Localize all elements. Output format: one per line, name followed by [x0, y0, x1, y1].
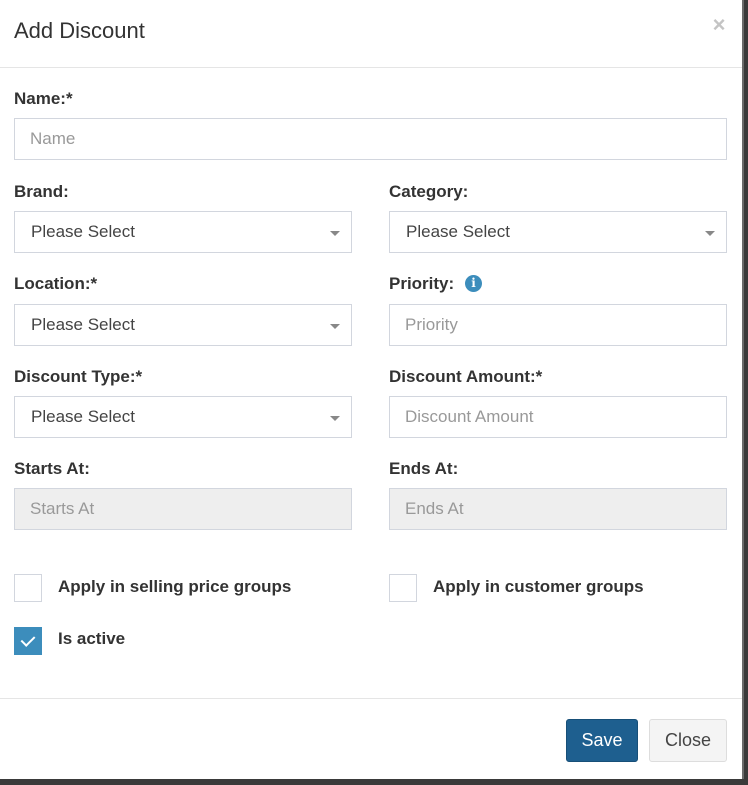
close-button[interactable]: Close	[649, 719, 727, 762]
name-input[interactable]	[14, 118, 727, 160]
caret-down-icon	[330, 324, 340, 329]
brand-select[interactable]: Please Select	[14, 211, 352, 253]
modal-footer: Save Close	[0, 698, 742, 780]
starts-at-label: Starts At:	[14, 459, 90, 478]
modal-title: Add Discount	[14, 18, 145, 43]
caret-down-icon	[330, 231, 340, 236]
category-label: Category:	[389, 182, 469, 201]
ends-at-label: Ends At:	[389, 459, 459, 478]
discount-amount-label: Discount Amount:*	[389, 367, 543, 386]
location-select[interactable]: Please Select	[14, 304, 352, 346]
add-discount-modal: Add Discount × Name:* Brand: Please Sele…	[0, 0, 742, 779]
is-active-checkbox[interactable]	[14, 627, 42, 655]
brand-label: Brand:	[14, 182, 69, 201]
is-active-label[interactable]: Is active	[58, 629, 125, 649]
save-button[interactable]: Save	[566, 719, 638, 762]
location-select-value: Please Select	[31, 315, 135, 334]
location-label: Location:*	[14, 274, 98, 293]
customer-groups-label[interactable]: Apply in customer groups	[433, 577, 644, 597]
window-edge-bottom	[0, 779, 748, 785]
info-icon[interactable]: i	[465, 275, 482, 292]
discount-type-select-value: Please Select	[31, 407, 135, 426]
discount-type-label: Discount Type:*	[14, 367, 143, 386]
discount-amount-input[interactable]	[389, 396, 727, 438]
discount-type-select[interactable]: Please Select	[14, 396, 352, 438]
window-edge-right	[742, 0, 748, 785]
category-select-value: Please Select	[406, 222, 510, 241]
selling-price-groups-label[interactable]: Apply in selling price groups	[58, 577, 291, 597]
caret-down-icon	[705, 231, 715, 236]
customer-groups-checkbox[interactable]	[389, 574, 417, 602]
priority-label: Priority:	[389, 274, 455, 293]
selling-price-groups-checkbox[interactable]	[14, 574, 42, 602]
category-select[interactable]: Please Select	[389, 211, 727, 253]
starts-at-input[interactable]	[14, 488, 352, 530]
caret-down-icon	[330, 416, 340, 421]
name-label: Name:*	[14, 89, 73, 108]
close-icon[interactable]: ×	[710, 14, 728, 36]
ends-at-input[interactable]	[389, 488, 727, 530]
modal-header: Add Discount ×	[0, 0, 742, 68]
priority-input[interactable]	[389, 304, 727, 346]
brand-select-value: Please Select	[31, 222, 135, 241]
